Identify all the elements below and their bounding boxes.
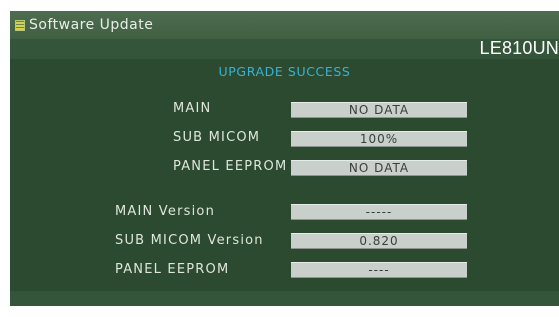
software-update-screen: Software Update LE810UN UPGRADE SUCCESS … [10,11,559,306]
sub-micom-version-field: 0.820 [291,233,467,249]
sub-micom-status-field: 100% [291,131,467,147]
main-version-label: MAIN Version [115,204,216,219]
update-status-message: UPGRADE SUCCESS [218,64,351,79]
bottom-bar [10,291,559,306]
panel-eeprom-status-field: NO DATA [291,160,467,176]
main-version-field: ----- [291,204,467,220]
main-label: MAIN [173,101,212,116]
model-strip: LE810UN [10,38,559,59]
sub-micom-version-label: SUB MICOM Version [115,233,264,248]
app-icon [15,19,25,31]
panel-eeprom-version-field: ---- [291,262,467,278]
title-bar: Software Update [10,11,559,39]
sub-micom-label: SUB MICOM [173,130,261,145]
model-name: LE810UN [479,38,559,58]
window-title: Software Update [29,17,154,33]
panel-eeprom-version-label: PANEL EEPROM [115,262,230,277]
panel-eeprom-label: PANEL EEPROM [173,159,288,174]
main-status-field: NO DATA [291,102,467,118]
